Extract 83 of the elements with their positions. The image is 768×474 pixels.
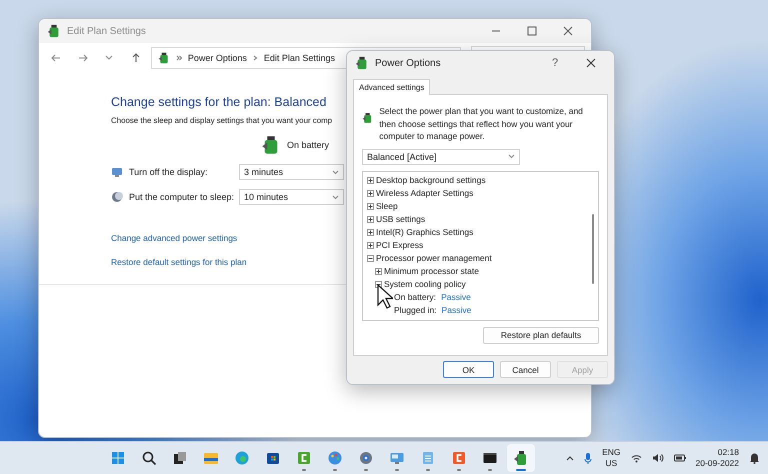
dialog-title: Power Options	[375, 58, 442, 68]
volume-icon[interactable]	[652, 453, 664, 463]
browser-icon	[234, 450, 250, 466]
task-view-icon	[172, 450, 188, 466]
column-header: On battery	[287, 140, 330, 150]
breadcrumb-item[interactable]: Power Options	[188, 53, 247, 63]
power-options-icon	[355, 56, 369, 70]
tab[interactable]: Advanced settings	[353, 79, 430, 95]
page-heading: Change settings for the plan: Balanced	[111, 95, 326, 109]
terminal-icon	[482, 450, 498, 466]
dialog-button[interactable]: OK	[443, 361, 494, 378]
tree-item[interactable]: USB settings	[376, 214, 426, 224]
chevron-up-icon[interactable]	[566, 455, 574, 461]
notepad-icon	[420, 450, 436, 466]
clock-date[interactable]: 20-09-2022	[696, 458, 739, 469]
dropdown[interactable]: 10 minutes	[239, 189, 344, 205]
power-options-icon	[158, 52, 170, 64]
tree-item[interactable]: Minimum processor state	[384, 266, 479, 276]
forward-arrow-icon	[78, 53, 88, 63]
setting-value-link[interactable]: Passive	[441, 292, 471, 302]
expand-icon[interactable]	[367, 228, 374, 236]
scrollbar-thumb[interactable]	[592, 214, 594, 284]
clock-time[interactable]: 02:18	[718, 447, 739, 458]
language-indicator[interactable]: ENG	[602, 447, 621, 458]
monitor-icon	[389, 450, 405, 466]
settings-link[interactable]: Restore default settings for this plan	[111, 257, 247, 267]
language-indicator[interactable]: US	[605, 458, 618, 469]
expand-icon[interactable]	[367, 190, 374, 196]
settings-link[interactable]: Change advanced power settings	[111, 233, 238, 243]
collapse-icon[interactable]	[367, 254, 374, 262]
notification-bell-icon[interactable]	[749, 452, 760, 464]
settings-icon	[358, 450, 374, 466]
tree-item[interactable]: Intel(R) Graphics Settings	[376, 227, 474, 237]
store-icon	[265, 450, 281, 466]
tree-item[interactable]: On battery:	[394, 292, 436, 302]
expand-icon[interactable]	[375, 268, 382, 274]
setting-label: Put the computer to sleep:	[129, 192, 236, 202]
help-button[interactable]: ?	[540, 52, 570, 74]
search-icon	[141, 450, 157, 466]
wifi-icon[interactable]	[630, 454, 642, 462]
chevron-icon	[252, 55, 258, 61]
expand-icon[interactable]	[367, 242, 374, 248]
power-options-icon	[513, 450, 529, 466]
intro-text: Select the power plan that you want to customize, and then choose settings that reflect how you want your computer to manage power.	[379, 105, 584, 142]
microphone-icon[interactable]	[584, 452, 592, 464]
monitor-icon	[111, 166, 123, 178]
breadcrumb-item[interactable]: Edit Plan Settings	[264, 53, 335, 63]
start-icon	[110, 450, 126, 466]
restore-defaults-button[interactable]: Restore plan defaults	[483, 326, 599, 344]
tree-item[interactable]: Sleep	[376, 201, 398, 211]
expand-icon[interactable]	[367, 176, 374, 184]
caret-icon	[332, 194, 339, 200]
caret-icon	[105, 55, 114, 61]
window-title: Edit Plan Settings	[67, 26, 147, 36]
palette-icon	[327, 450, 343, 466]
battery-icon[interactable]	[674, 454, 686, 462]
tree-item[interactable]: System cooling policy	[384, 279, 466, 289]
app-icon	[451, 450, 467, 466]
moon-icon	[111, 191, 123, 203]
dialog-button[interactable]: Cancel	[500, 361, 551, 378]
tree-item[interactable]: Wireless Adapter Settings	[376, 188, 474, 198]
tree-item[interactable]: PCI Express	[376, 240, 424, 250]
chevron-icon	[176, 55, 182, 61]
app-icon	[296, 450, 312, 466]
maximize-icon	[527, 26, 537, 36]
caret-icon	[508, 154, 515, 159]
back-arrow-icon	[51, 53, 62, 63]
plan-dropdown[interactable]: Balanced [Active]	[362, 148, 520, 164]
expand-icon[interactable]	[367, 202, 374, 210]
tree-item[interactable]: Processor power management	[376, 253, 492, 263]
setting-label: Turn off the display:	[129, 167, 209, 177]
setting-value-link[interactable]: Passive	[442, 305, 472, 315]
close-icon	[563, 26, 573, 36]
dropdown[interactable]: 3 minutes	[239, 164, 344, 180]
close-icon	[586, 58, 596, 68]
expand-icon[interactable]	[367, 216, 374, 222]
taskbar-app-button[interactable]	[507, 444, 535, 472]
folder-icon	[203, 450, 219, 466]
tree-item[interactable]: Desktop background settings	[376, 175, 486, 185]
tree-item[interactable]: Plugged in:	[394, 305, 437, 315]
power-options-icon	[47, 24, 61, 38]
up-arrow-icon	[130, 53, 141, 63]
caret-icon	[332, 170, 339, 174]
